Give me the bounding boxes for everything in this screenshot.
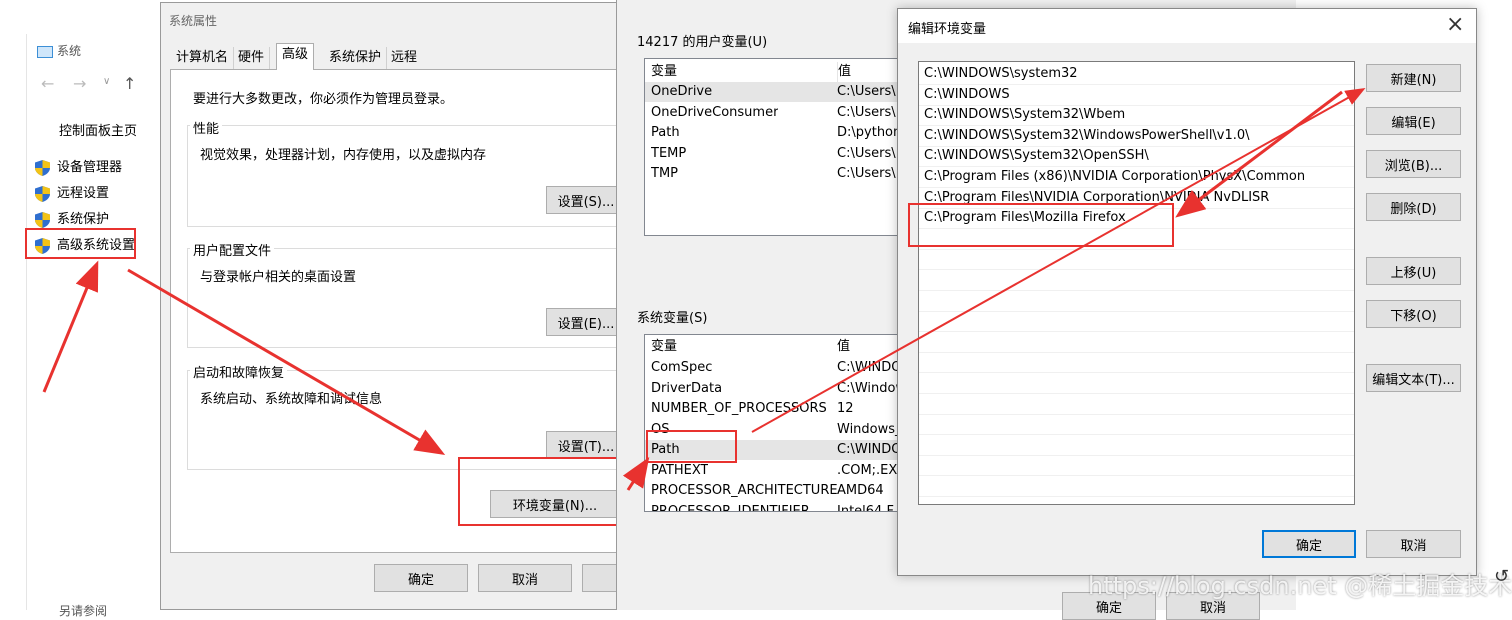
arrow-to-firefox-path [1175, 90, 1343, 218]
watermark: https://blog.csdn.net @稀土掘金技术社区 [1088, 572, 1512, 600]
tab-advanced[interactable]: 高级 [276, 43, 315, 70]
arrow-to-env-button [127, 268, 446, 456]
arrow-to-path-row [622, 456, 650, 491]
annotation-arrows [42, 88, 1366, 491]
arrow-to-new-button [751, 88, 1366, 433]
scroll-cursor-icon: ↺ [1494, 566, 1510, 587]
arrow-to-advanced-settings [42, 260, 99, 393]
